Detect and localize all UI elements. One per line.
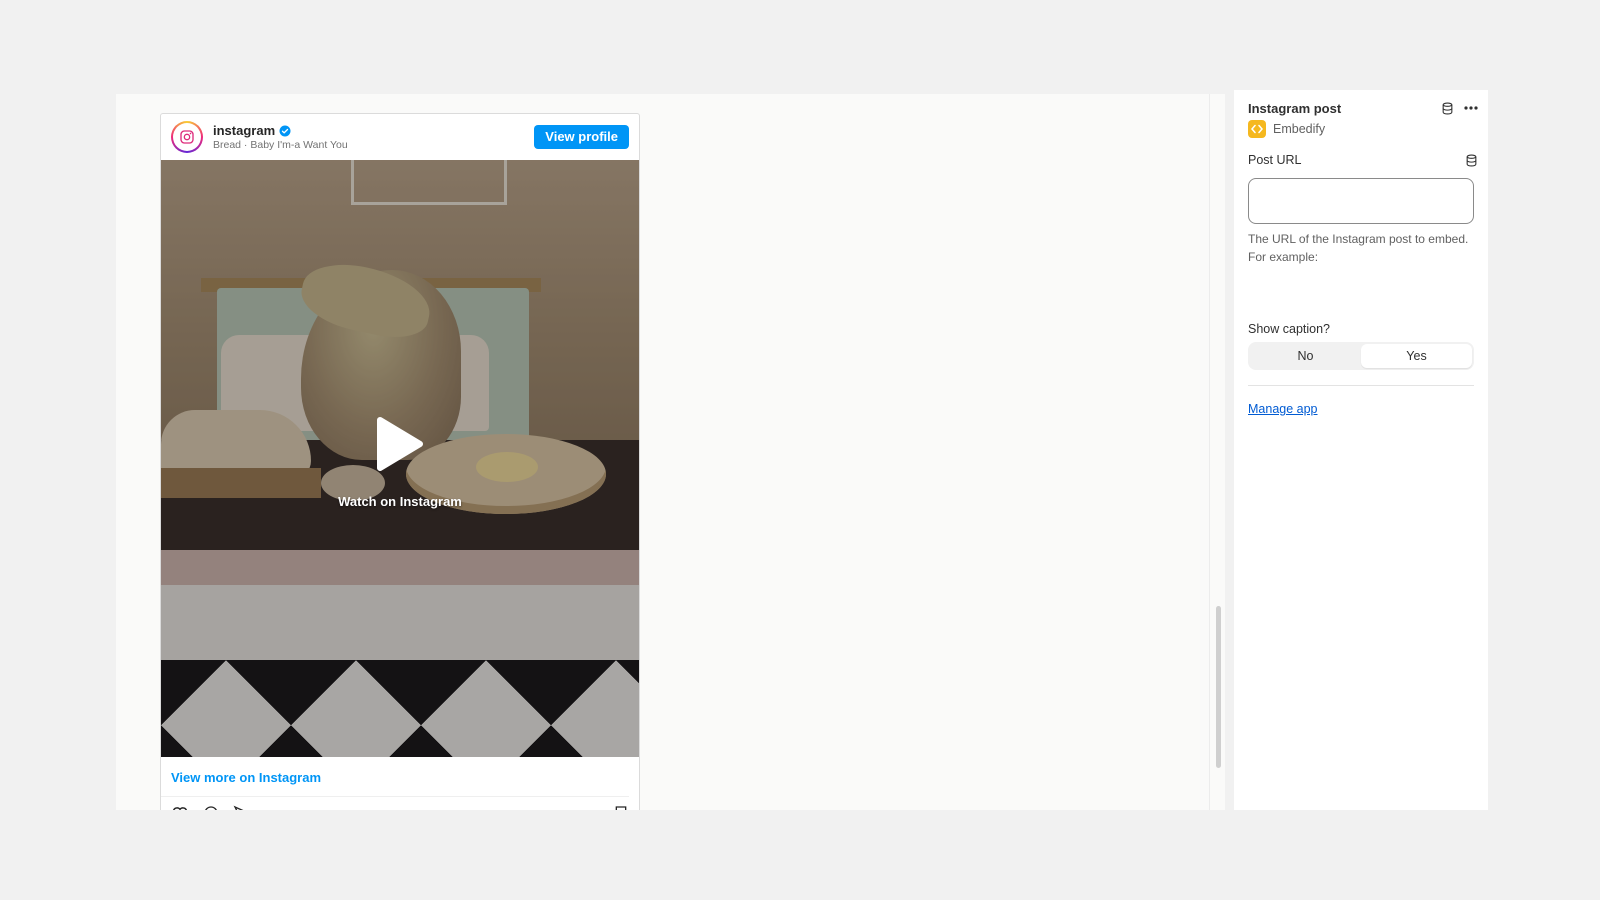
embed-header: instagram Bread · Baby I'm-a Want You Vi… <box>161 114 639 160</box>
post-url-label: Post URL <box>1248 153 1302 167</box>
block-settings-panel: Instagram post Embedify Post URL The URL… <box>1234 90 1488 810</box>
view-profile-button[interactable]: View profile <box>534 125 629 149</box>
instagram-embed: instagram Bread · Baby I'm-a Want You Vi… <box>160 113 640 810</box>
preview-scrollbar[interactable] <box>1216 606 1221 768</box>
embed-audio-subtitle[interactable]: Bread · Baby I'm-a Want You <box>213 139 348 151</box>
panel-title: Instagram post <box>1248 100 1342 116</box>
share-icon[interactable] <box>233 805 249 810</box>
watch-on-instagram-label[interactable]: Watch on Instagram <box>161 494 639 509</box>
more-horizontal-icon[interactable] <box>1464 106 1478 110</box>
show-caption-yes-button[interactable]: Yes <box>1361 344 1472 368</box>
post-url-input[interactable] <box>1248 178 1474 224</box>
view-more-link[interactable]: View more on Instagram <box>161 757 629 797</box>
bookmark-icon[interactable] <box>613 805 629 810</box>
dynamic-source-database-icon[interactable] <box>1465 154 1478 167</box>
embed-username[interactable]: instagram <box>213 123 275 138</box>
instagram-avatar[interactable] <box>171 121 203 153</box>
app-name: Embedify <box>1273 122 1326 136</box>
embed-video-media[interactable]: Watch on Instagram <box>161 160 639 757</box>
show-caption-toggle: No Yes <box>1248 342 1474 370</box>
database-icon[interactable] <box>1441 102 1454 115</box>
comment-icon[interactable] <box>203 805 219 810</box>
play-icon[interactable] <box>366 414 426 474</box>
preview-canvas: instagram Bread · Baby I'm-a Want You Vi… <box>116 94 1224 810</box>
heart-icon[interactable] <box>171 805 189 810</box>
post-url-help-text: The URL of the Instagram post to embed. … <box>1248 232 1469 264</box>
show-caption-label: Show caption? <box>1248 322 1331 336</box>
code-brackets-icon <box>1248 120 1266 138</box>
show-caption-no-button[interactable]: No <box>1250 344 1361 368</box>
app-source: Embedify <box>1248 120 1325 138</box>
instagram-logo-icon <box>180 130 194 144</box>
manage-app-link[interactable]: Manage app <box>1248 402 1318 416</box>
embed-actions <box>161 797 639 810</box>
verified-badge-icon <box>279 125 291 137</box>
divider <box>1248 385 1474 386</box>
